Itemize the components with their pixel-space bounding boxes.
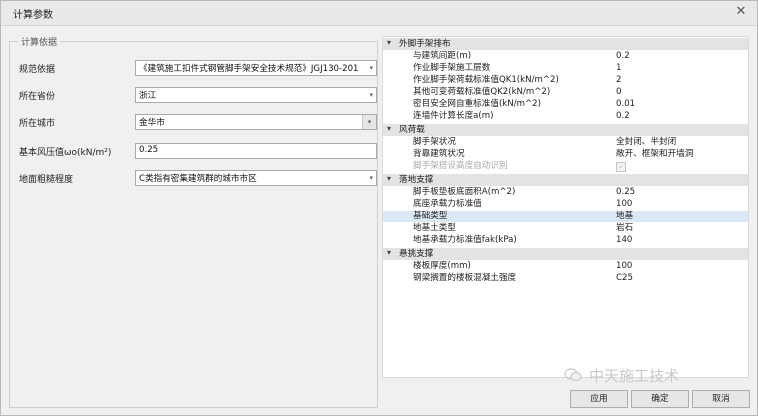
property-name: 钢梁搁置的楼板混凝土强度 bbox=[413, 273, 517, 283]
property-value: 0.2 bbox=[616, 111, 630, 121]
code-basis-select[interactable]: 《建筑施工扣件式钢管脚手架安全技术规范》JGJ130-201 ▾ bbox=[135, 60, 377, 76]
category-title: 悬挑支撑 bbox=[399, 249, 434, 259]
chevron-down-icon[interactable]: ▾ bbox=[387, 38, 391, 47]
group-title: 计算依据 bbox=[18, 35, 61, 48]
property-value: 0.01 bbox=[616, 99, 636, 109]
category-ground-support[interactable]: ▾ 落地支撑 bbox=[383, 174, 748, 186]
property-row[interactable]: 作业脚手架荷载标准值QK1(kN/m^2) 2 bbox=[383, 75, 748, 86]
property-name: 作业脚手架施工层数 bbox=[413, 63, 491, 73]
chevron-down-icon[interactable]: ▾ bbox=[387, 124, 391, 133]
input-value: 0.25 bbox=[139, 145, 159, 155]
property-row[interactable]: 地基土类型 岩石 bbox=[383, 223, 748, 234]
property-name: 与建筑间距(m) bbox=[413, 51, 472, 61]
property-value: 2 bbox=[616, 75, 622, 85]
chevron-down-icon: ▾ bbox=[369, 91, 373, 99]
select-value: 《建筑施工扣件式钢管脚手架安全技术规范》JGJ130-201 bbox=[139, 64, 359, 74]
property-value: C25 bbox=[616, 273, 633, 283]
apply-button[interactable]: 应用 bbox=[570, 390, 628, 408]
property-row[interactable]: 密目安全网自重标准值(kN/m^2) 0.01 bbox=[383, 99, 748, 110]
property-row[interactable]: 脚手架搭设高度自动识别 ✓ bbox=[383, 161, 748, 172]
property-value: 岩石 bbox=[616, 223, 634, 233]
close-icon[interactable]: ✕ bbox=[733, 4, 749, 20]
province-select[interactable]: 浙江 ▾ bbox=[135, 87, 377, 103]
auto-detect-checkbox[interactable]: ✓ bbox=[616, 162, 626, 172]
property-name: 其他可变荷载标准值QK2(kN/m^2) bbox=[413, 87, 551, 97]
property-grid: ▾ 外脚手架排布 与建筑间距(m) 0.2 作业脚手架施工层数 1 作业脚手架荷载标… bbox=[382, 36, 749, 378]
property-value: 0.25 bbox=[616, 187, 636, 197]
field-label: 基本风压值ωo(kN/m²) bbox=[19, 148, 112, 158]
field-label: 所在省份 bbox=[19, 92, 56, 102]
property-row[interactable]: 连墙件计算长度a(m) 0.2 bbox=[383, 111, 748, 122]
property-value: 地基 bbox=[616, 211, 634, 221]
category-title: 风荷载 bbox=[399, 125, 425, 135]
category-title: 落地支撑 bbox=[399, 175, 434, 185]
wind-pressure-input[interactable]: 0.25 bbox=[135, 143, 377, 159]
title-bar: 计算参数 ✕ bbox=[1, 1, 757, 26]
property-value: 100 bbox=[616, 199, 633, 209]
calc-basis-group: 计算依据 规范依据 《建筑施工扣件式钢管脚手架安全技术规范》JGJ130-201… bbox=[9, 35, 378, 408]
calc-params-dialog: 计算参数 ✕ 计算依据 规范依据 《建筑施工扣件式钢管脚手架安全技术规范》JGJ… bbox=[0, 0, 758, 416]
field-code-basis: 规范依据 《建筑施工扣件式钢管脚手架安全技术规范》JGJ130-201 ▾ bbox=[19, 60, 377, 76]
category-scaffold-layout[interactable]: ▾ 外脚手架排布 bbox=[383, 38, 748, 50]
ok-button[interactable]: 确定 bbox=[631, 390, 689, 408]
chevron-down-icon[interactable]: ▾ bbox=[387, 248, 391, 257]
property-row[interactable]: 其他可变荷载标准值QK2(kN/m^2) 0 bbox=[383, 87, 748, 98]
category-wind-load[interactable]: ▾ 风荷载 bbox=[383, 124, 748, 136]
property-row[interactable]: 地基承载力标准值fak(kPa) 140 bbox=[383, 235, 748, 246]
property-name: 脚手架状况 bbox=[413, 137, 456, 147]
field-roughness: 地面粗糙程度 C类指有密集建筑群的城市市区 ▾ bbox=[19, 170, 377, 186]
field-label: 地面粗糙程度 bbox=[19, 175, 74, 185]
category-title: 外脚手架排布 bbox=[399, 39, 451, 49]
select-value: C类指有密集建筑群的城市市区 bbox=[139, 174, 257, 184]
property-value: 140 bbox=[616, 235, 633, 245]
property-value: 0.2 bbox=[616, 51, 630, 61]
property-name: 背靠建筑状况 bbox=[413, 149, 465, 159]
category-cantilever-support[interactable]: ▾ 悬挑支撑 bbox=[383, 248, 748, 260]
property-value: 100 bbox=[616, 261, 633, 271]
property-row[interactable]: 脚手板垫板底面积A(m^2) 0.25 bbox=[383, 187, 748, 198]
property-row[interactable]: 楼板厚度(mm) 100 bbox=[383, 261, 748, 272]
property-name: 楼板厚度(mm) bbox=[413, 261, 471, 271]
field-label: 规范依据 bbox=[19, 65, 56, 75]
property-value: 0 bbox=[616, 87, 622, 97]
city-combobox[interactable]: 金华市 ▾ bbox=[135, 114, 377, 130]
chevron-down-icon: ▾ bbox=[369, 64, 373, 72]
property-value: 敞开、框架和开墙洞 bbox=[616, 149, 694, 159]
property-row[interactable]: 与建筑间距(m) 0.2 bbox=[383, 51, 748, 62]
cancel-button[interactable]: 取消 bbox=[692, 390, 750, 408]
property-name: 底座承载力标准值 bbox=[413, 199, 482, 209]
property-row[interactable]: 脚手架状况 全封闭、半封闭 bbox=[383, 137, 748, 148]
property-name: 作业脚手架荷载标准值QK1(kN/m^2) bbox=[413, 75, 559, 85]
chevron-down-icon[interactable]: ▾ bbox=[362, 115, 376, 129]
property-value: 全封闭、半封闭 bbox=[616, 137, 677, 147]
wechat-icon bbox=[564, 368, 582, 382]
watermark-text: 中天施工技术 bbox=[589, 367, 680, 385]
roughness-select[interactable]: C类指有密集建筑群的城市市区 ▾ bbox=[135, 170, 377, 186]
property-name: 脚手板垫板底面积A(m^2) bbox=[413, 187, 516, 197]
property-name: 脚手架搭设高度自动识别 bbox=[413, 161, 508, 171]
field-province: 所在省份 浙江 ▾ bbox=[19, 87, 377, 103]
property-row-selected[interactable]: 基础类型 地基 bbox=[383, 211, 748, 222]
chevron-down-icon: ▾ bbox=[369, 174, 373, 182]
property-row[interactable]: 背靠建筑状况 敞开、框架和开墙洞 bbox=[383, 149, 748, 160]
select-value: 浙江 bbox=[139, 91, 157, 101]
property-name: 密目安全网自重标准值(kN/m^2) bbox=[413, 99, 541, 109]
property-name: 地基承载力标准值fak(kPa) bbox=[413, 235, 517, 245]
field-city: 所在城市 金华市 ▾ bbox=[19, 114, 377, 130]
property-value: 1 bbox=[616, 63, 622, 73]
property-row[interactable]: 作业脚手架施工层数 1 bbox=[383, 63, 748, 74]
field-label: 所在城市 bbox=[19, 119, 56, 129]
field-wind-pressure: 基本风压值ωo(kN/m²) 0.25 bbox=[19, 143, 377, 159]
combobox-value: 金华市 bbox=[139, 118, 165, 128]
property-name: 地基土类型 bbox=[413, 223, 456, 233]
property-name: 基础类型 bbox=[413, 211, 448, 221]
property-row[interactable]: 钢梁搁置的楼板混凝土强度 C25 bbox=[383, 273, 748, 284]
dialog-title: 计算参数 bbox=[13, 10, 53, 21]
chevron-down-icon[interactable]: ▾ bbox=[387, 174, 391, 183]
property-name: 连墙件计算长度a(m) bbox=[413, 111, 494, 121]
property-row[interactable]: 底座承载力标准值 100 bbox=[383, 199, 748, 210]
